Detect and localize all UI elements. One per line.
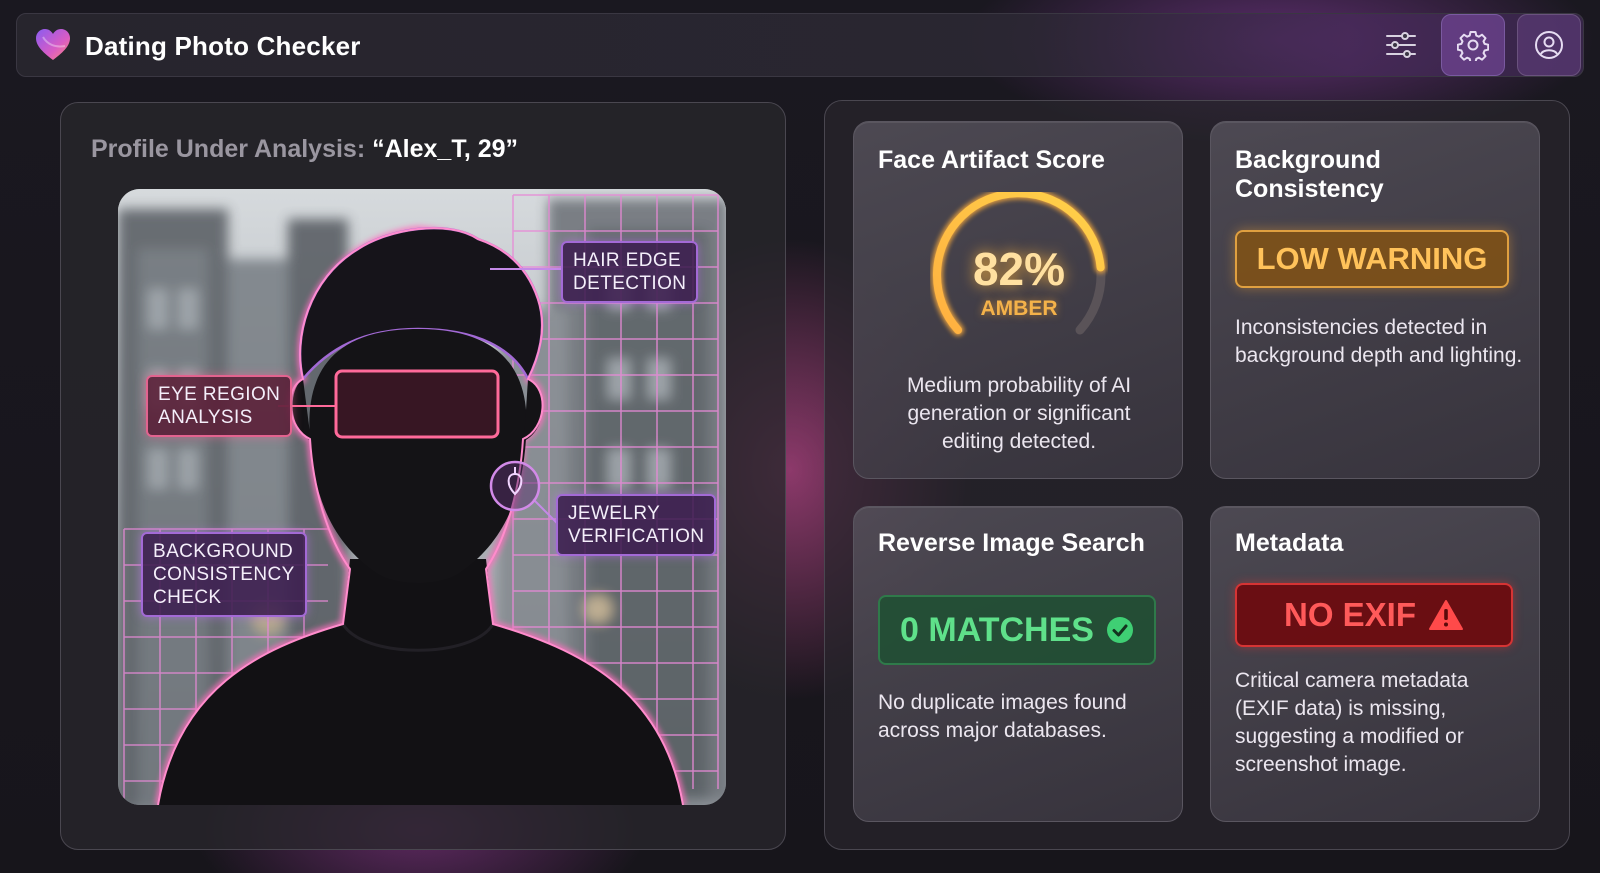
check-circle-icon xyxy=(1106,617,1133,643)
reverse-image-card[interactable]: Reverse Image Search 0 MATCHES No duplic… xyxy=(853,506,1183,822)
jewelry-tag[interactable]: JEWELRY VERIFICATION xyxy=(556,494,717,556)
account-button[interactable] xyxy=(1517,14,1581,76)
card-title: Background Consistency xyxy=(1235,146,1384,203)
background-check-tag[interactable]: BACKGROUND CONSISTENCY CHECK xyxy=(141,532,307,617)
card-title: Reverse Image Search xyxy=(878,529,1145,557)
profile-label: Profile Under Analysis: xyxy=(91,135,366,163)
no-exif-badge: NO EXIF xyxy=(1235,583,1513,647)
eye-region-tag[interactable]: EYE REGION ANALYSIS xyxy=(146,375,293,437)
top-bar: Dating Photo Checker xyxy=(16,13,1584,77)
score-value: 82% xyxy=(972,243,1066,295)
score-level: AMBER xyxy=(980,297,1058,320)
settings-button[interactable] xyxy=(1441,14,1505,76)
photo-panel: Profile Under Analysis: “Alex_T, 29” HAI… xyxy=(60,102,786,850)
card-title: Metadata xyxy=(1235,529,1344,557)
badge-label: 0 MATCHES xyxy=(900,610,1094,649)
gear-icon xyxy=(1457,31,1489,61)
card-title: Face Artifact Score xyxy=(878,146,1105,174)
metadata-card[interactable]: Metadata NO EXIF Critical camera metadat… xyxy=(1210,506,1540,822)
background-consistency-card[interactable]: Background Consistency LOW WARNING Incon… xyxy=(1210,121,1540,479)
low-warning-badge: LOW WARNING xyxy=(1235,230,1509,288)
filter-button[interactable] xyxy=(1369,14,1433,76)
card-description: Critical camera metadata (EXIF data) is … xyxy=(1235,669,1469,776)
app-title: Dating Photo Checker xyxy=(85,31,361,61)
card-description: Inconsistencies detected in background d… xyxy=(1235,316,1523,367)
profile-name: “Alex_T, 29” xyxy=(372,135,519,163)
sliders-icon xyxy=(1386,32,1416,58)
hair-edge-tag[interactable]: HAIR EDGE DETECTION xyxy=(561,241,699,303)
badge-label: NO EXIF xyxy=(1283,596,1417,633)
analyzed-photo[interactable]: HAIR EDGE DETECTION EYE REGION ANALYSIS … xyxy=(118,189,726,805)
user-icon xyxy=(1535,31,1563,59)
heart-logo-icon xyxy=(36,29,70,60)
card-description: Medium probability of AI generation or s… xyxy=(906,374,1132,453)
matches-badge: 0 MATCHES xyxy=(878,595,1156,665)
warning-triangle-icon xyxy=(1429,600,1464,630)
results-panel: Face Artifact Score 82% AMBER Medium pro… xyxy=(824,100,1570,850)
face-artifact-card[interactable]: Face Artifact Score 82% AMBER Medium pro… xyxy=(853,121,1183,479)
profile-heading: Profile Under Analysis: “Alex_T, 29” xyxy=(91,135,518,164)
app-root: Dating Photo Checker Profile Under Analy… xyxy=(0,0,1600,873)
card-description: No duplicate images found across major d… xyxy=(878,691,1127,742)
badge-label: LOW WARNING xyxy=(1256,241,1488,276)
